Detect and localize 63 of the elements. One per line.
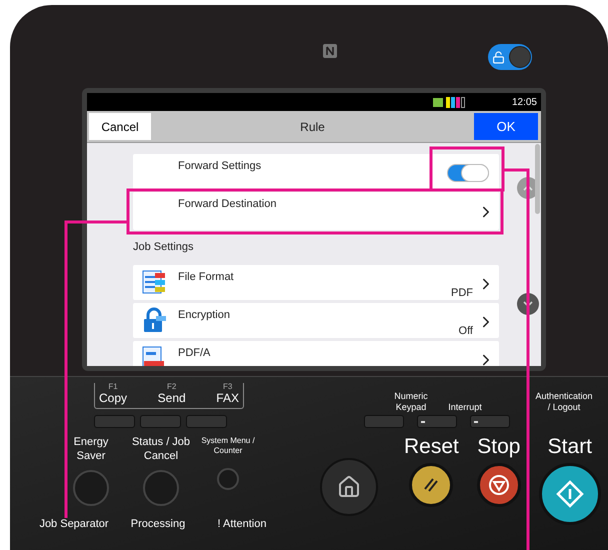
round-button[interactable] [217,468,239,490]
row-label: File Format [178,270,234,284]
round-button[interactable] [73,470,109,506]
ok-button[interactable]: OK [474,113,538,140]
stop-button[interactable] [476,463,521,507]
section-title: Job Settings [133,240,195,255]
stop-icon [488,474,510,496]
settings-row[interactable]: Forward Destination [133,192,499,230]
key-number: F2 [166,383,176,391]
panel-key[interactable] [364,415,404,428]
led-indicator [474,420,478,422]
key-label: Copy [99,391,128,406]
button-label: Status / Job Cancel [130,436,192,464]
home-icon [337,475,361,499]
chevron-up-icon [523,185,533,191]
chevron-down-icon [523,301,533,307]
key-number: F1 [108,383,118,391]
nfc-icon [322,43,338,59]
document-icon [141,344,167,366]
key-label: Numeric Keypad [393,390,429,413]
button-label: Reset [404,436,459,457]
button-label: Start [548,436,592,457]
settings-row[interactable]: PDF/A [133,340,499,366]
function-key[interactable] [94,415,135,428]
row-label: Forward Destination [178,197,276,212]
function-key[interactable] [140,415,181,428]
cancel-button[interactable]: Cancel [89,113,151,140]
panel-key[interactable] [470,415,510,428]
key-label: Interrupt [447,402,483,413]
button-label: Energy Saver [72,436,110,464]
panel-key[interactable] [417,415,457,428]
padlock-icon [141,306,167,332]
key-label: Authentication / Logout [535,390,593,413]
row-value: Off [458,324,473,338]
row-label: Encryption [178,308,230,322]
round-button[interactable] [143,470,179,506]
reset-button[interactable] [409,463,454,507]
key-number: F3 [222,383,232,391]
button-label: System Menu / Counter [200,436,256,456]
toggle-switch[interactable] [447,164,489,182]
indicator-label: Processing [130,516,186,532]
settings-row[interactable]: File Format PDF [133,264,499,300]
key-label: FAX [216,391,239,406]
indicator-label: ! Attention [216,516,268,532]
document-icon [141,268,167,294]
function-key[interactable] [186,415,227,428]
padlock-icon [492,50,505,64]
key-label: Send [158,391,186,406]
settings-row[interactable]: Encryption Off [133,302,499,338]
row-value: PDF [451,286,473,300]
clock-time: 12:05 [512,96,537,110]
lock-toggle[interactable] [488,44,532,70]
settings-row[interactable]: Forward Settings [133,154,499,190]
indicator-label: Job Separator [38,516,110,532]
toner-level-icon [446,96,465,108]
double-slash-icon [422,476,440,494]
button-label: Stop [477,436,520,457]
row-label: Forward Settings [178,159,262,174]
screen-title: Rule [299,118,326,136]
start-icon [554,479,585,509]
led-indicator [421,420,425,422]
row-label: PDF/A [178,346,210,360]
status-icon [432,98,443,106]
